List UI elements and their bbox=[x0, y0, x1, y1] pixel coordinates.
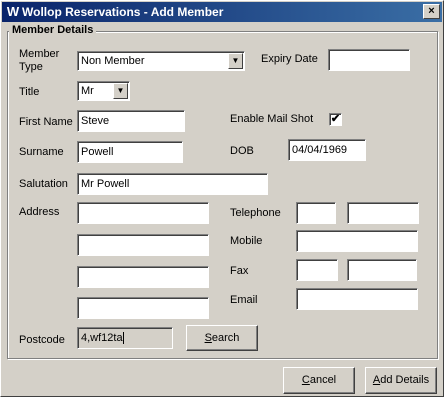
member-details-group-title: Member Details bbox=[9, 24, 97, 36]
chevron-down-icon[interactable]: ▼ bbox=[113, 83, 128, 99]
title-value: Mr bbox=[81, 85, 94, 97]
add-details-button-label: dd Details bbox=[380, 374, 430, 386]
text-cursor bbox=[122, 332, 124, 345]
checkmark-icon: ✔ bbox=[330, 113, 341, 125]
cancel-button[interactable]: Cancel bbox=[283, 367, 355, 394]
address-line-2-field[interactable] bbox=[77, 234, 209, 256]
enable-mail-shot-label: Enable Mail Shot bbox=[230, 113, 314, 125]
email-label: Email bbox=[230, 294, 258, 306]
postcode-field[interactable]: 4,wf12ta bbox=[77, 327, 173, 349]
address-line-1-field[interactable] bbox=[77, 202, 209, 224]
title-bar[interactable]: W Wollop Reservations - Add Member × bbox=[2, 2, 442, 22]
expiry-date-label: Expiry Date bbox=[261, 53, 318, 65]
title-label: Title bbox=[19, 86, 40, 98]
enable-mail-shot-checkbox[interactable]: ✔ bbox=[329, 113, 342, 126]
cancel-button-accel: C bbox=[301, 374, 310, 386]
address-line-4-field[interactable] bbox=[77, 297, 209, 319]
telephone-label: Telephone bbox=[230, 207, 281, 219]
telephone-code-field[interactable] bbox=[296, 202, 336, 224]
telephone-number-field[interactable] bbox=[347, 202, 419, 224]
chevron-down-icon[interactable]: ▼ bbox=[228, 53, 243, 69]
email-field[interactable] bbox=[296, 288, 418, 310]
expiry-date-field[interactable] bbox=[328, 49, 410, 71]
dob-field[interactable]: 04/04/1969 bbox=[288, 139, 366, 161]
search-button[interactable]: Search bbox=[186, 325, 258, 351]
window-title: Wollop Reservations - Add Member bbox=[22, 5, 224, 19]
fax-number-field[interactable] bbox=[347, 259, 417, 281]
surname-label: Surname bbox=[19, 146, 64, 158]
member-type-value: Non Member bbox=[81, 55, 145, 67]
first-name-label: First Name bbox=[19, 116, 73, 128]
cancel-button-label: ancel bbox=[309, 374, 337, 386]
close-button[interactable]: × bbox=[423, 4, 440, 19]
mobile-field[interactable] bbox=[296, 230, 418, 252]
salutation-label: Salutation bbox=[19, 178, 68, 190]
add-member-window: W Wollop Reservations - Add Member × Mem… bbox=[0, 0, 444, 397]
close-icon: × bbox=[428, 5, 435, 17]
dob-label: DOB bbox=[230, 145, 254, 157]
title-select[interactable]: Mr ▼ bbox=[77, 81, 130, 101]
member-type-label-line2: Type bbox=[19, 61, 43, 73]
postcode-value: 4,wf12ta bbox=[81, 332, 123, 344]
wollop-app-icon: W bbox=[6, 4, 20, 19]
search-button-accel: S bbox=[204, 332, 212, 344]
address-line-3-field[interactable] bbox=[77, 266, 209, 288]
member-type-label-line1: Member bbox=[19, 48, 60, 60]
surname-field[interactable]: Powell bbox=[77, 141, 183, 163]
postcode-label: Postcode bbox=[19, 334, 65, 346]
address-label: Address bbox=[19, 206, 60, 218]
mobile-label: Mobile bbox=[230, 235, 263, 247]
first-name-field[interactable]: Steve bbox=[77, 110, 185, 132]
member-type-select[interactable]: Non Member ▼ bbox=[77, 51, 245, 71]
fax-label: Fax bbox=[230, 265, 249, 277]
fax-code-field[interactable] bbox=[296, 259, 338, 281]
add-details-button[interactable]: Add Details bbox=[365, 367, 437, 394]
salutation-field[interactable]: Mr Powell bbox=[77, 173, 268, 195]
search-button-label: earch bbox=[211, 332, 240, 344]
